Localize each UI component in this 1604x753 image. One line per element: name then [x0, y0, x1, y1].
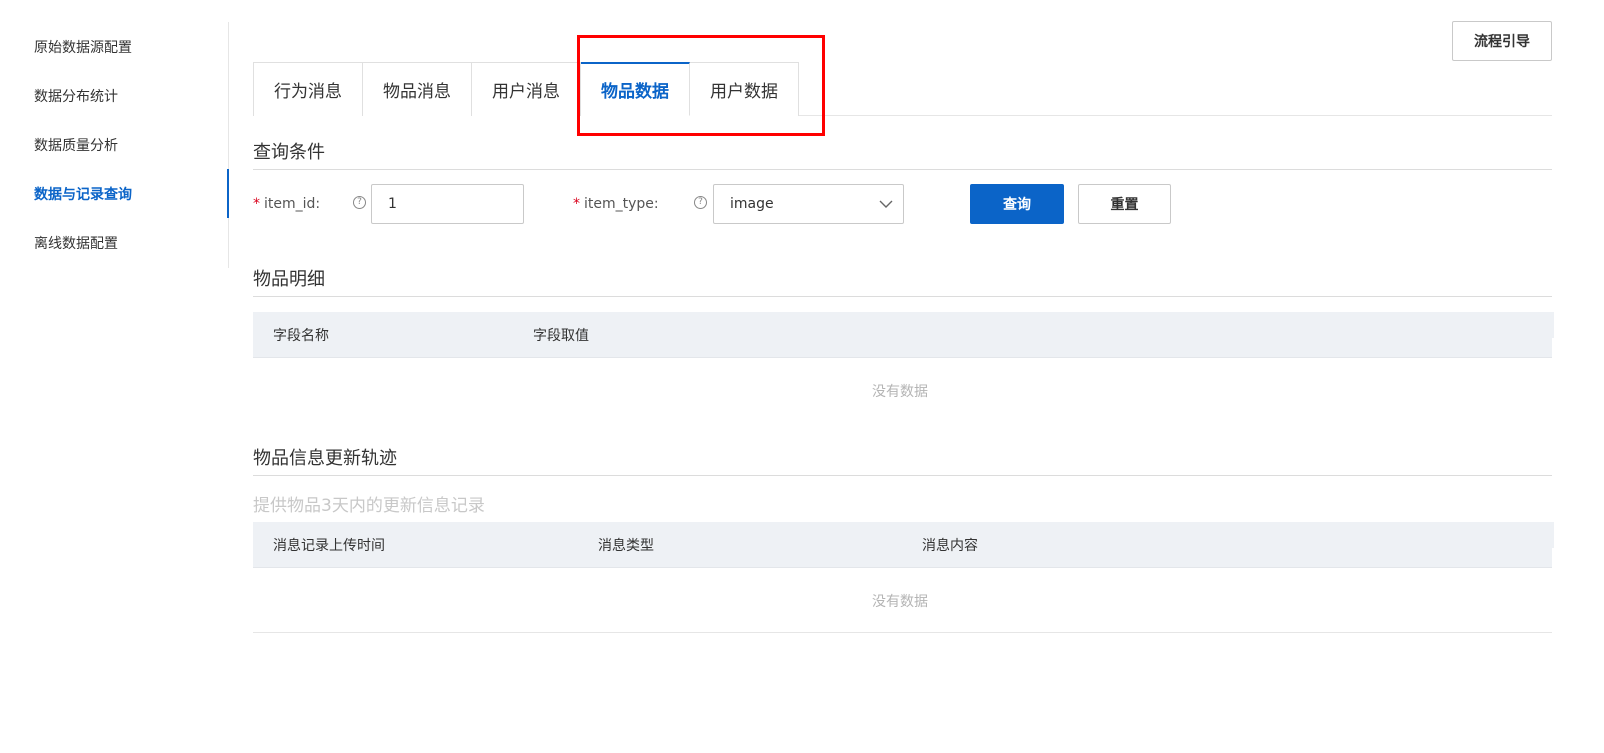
query-section-title: 查询条件	[253, 142, 325, 163]
query-section-divider	[253, 169, 1552, 170]
table-scroll-edge	[1551, 522, 1554, 548]
table-scroll-edge	[1551, 312, 1554, 338]
chevron-down-icon	[879, 200, 893, 208]
sidebar-item-data-record-query[interactable]: 数据与记录查询	[0, 169, 229, 218]
item-id-input[interactable]: 1	[371, 184, 524, 224]
column-header-field-name: 字段名称	[273, 328, 329, 344]
item-id-label-text: item_id:	[264, 196, 321, 212]
sidebar-item-data-distribution-stats[interactable]: 数据分布统计	[0, 71, 228, 120]
update-trace-description: 提供物品3天内的更新信息记录	[253, 496, 485, 516]
column-header-field-value: 字段取值	[533, 328, 589, 344]
tab-behavior-messages[interactable]: 行为消息	[254, 62, 363, 116]
search-button[interactable]: 查询	[970, 184, 1064, 224]
item-detail-divider	[253, 296, 1552, 297]
update-trace-table-bottom	[253, 632, 1552, 633]
sidebar: 原始数据源配置 数据分布统计 数据质量分析 数据与记录查询 离线数据配置	[0, 22, 229, 268]
item-type-label: * item_type:	[573, 196, 659, 212]
sidebar-item-label: 数据分布统计	[34, 88, 118, 105]
item-detail-table-header: 字段名称 字段取值	[253, 312, 1552, 358]
required-mark: *	[573, 196, 580, 212]
tab-user-messages[interactable]: 用户消息	[472, 62, 581, 116]
question-circle-icon[interactable]: ?	[353, 196, 366, 209]
tab-user-data[interactable]: 用户数据	[690, 62, 799, 116]
update-trace-title: 物品信息更新轨迹	[253, 448, 397, 469]
update-trace-table-header: 消息记录上传时间 消息类型 消息内容	[253, 522, 1552, 568]
sidebar-item-label: 原始数据源配置	[34, 39, 132, 56]
item-type-select[interactable]: image	[713, 184, 904, 224]
sidebar-item-label: 数据质量分析	[34, 137, 118, 154]
tab-item-messages[interactable]: 物品消息	[363, 62, 472, 116]
sidebar-item-label: 离线数据配置	[34, 235, 118, 252]
column-header-message-content: 消息内容	[922, 538, 978, 554]
update-trace-empty-text: 没有数据	[872, 594, 928, 610]
item-type-label-text: item_type:	[584, 196, 659, 212]
tab-bar: 行为消息 物品消息 用户消息 物品数据 用户数据	[253, 62, 799, 116]
column-header-upload-time: 消息记录上传时间	[273, 538, 385, 554]
sidebar-item-label: 数据与记录查询	[34, 186, 132, 203]
item-id-label: * item_id:	[253, 196, 320, 212]
item-detail-empty-text: 没有数据	[872, 384, 928, 400]
sidebar-item-raw-data-source-config[interactable]: 原始数据源配置	[0, 22, 228, 71]
reset-button[interactable]: 重置	[1078, 184, 1171, 224]
required-mark: *	[253, 196, 260, 212]
sidebar-item-offline-data-config[interactable]: 离线数据配置	[0, 218, 228, 267]
flow-guide-button[interactable]: 流程引导	[1452, 21, 1552, 61]
column-header-message-type: 消息类型	[598, 538, 654, 554]
item-detail-title: 物品明细	[253, 269, 325, 290]
item-id-value: 1	[388, 196, 397, 212]
sidebar-item-data-quality-analysis[interactable]: 数据质量分析	[0, 120, 228, 169]
tab-item-data[interactable]: 物品数据	[581, 62, 690, 116]
question-circle-icon[interactable]: ?	[694, 196, 707, 209]
item-type-value: image	[730, 196, 774, 212]
update-trace-divider	[253, 475, 1552, 476]
